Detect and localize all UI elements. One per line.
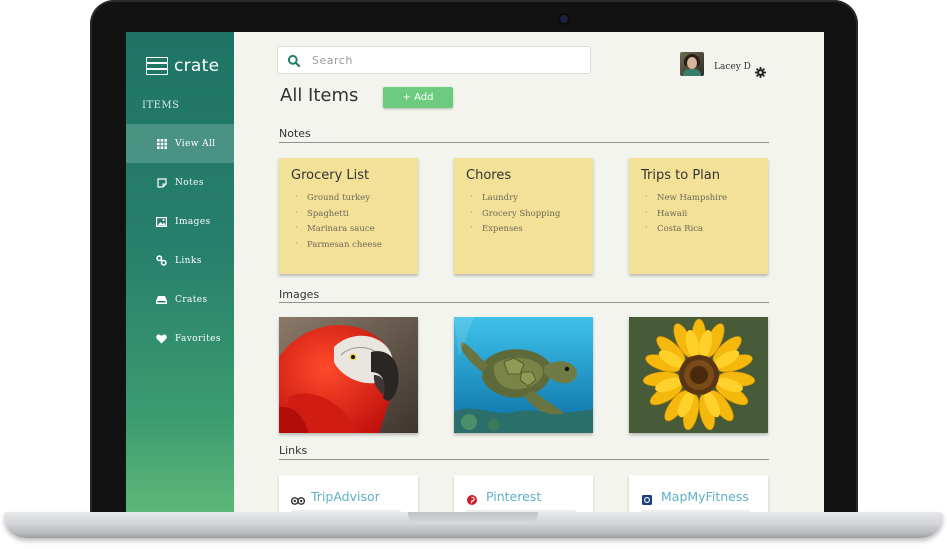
user-name[interactable]: Lacey D <box>714 62 751 72</box>
owl-icon <box>290 491 306 505</box>
avatar[interactable] <box>680 52 704 76</box>
list-item: Laundry <box>470 190 581 207</box>
grid-icon <box>156 138 167 149</box>
sidebar: crate ITEMS View All Notes Images Links … <box>126 32 234 512</box>
images-divider <box>279 302 769 303</box>
list-item: Costa Rica <box>645 221 756 238</box>
image-card-parrot[interactable] <box>279 317 418 433</box>
link-icon <box>156 255 167 266</box>
link-description <box>641 510 751 512</box>
note-card[interactable]: Grocery List Ground turkey Spaghetti Mar… <box>279 158 418 274</box>
list-item: Hawaii <box>645 206 756 223</box>
app-screen: crate ITEMS View All Notes Images Links … <box>126 32 824 512</box>
sidebar-item-view-all[interactable]: View All <box>126 124 234 163</box>
gear-icon[interactable] <box>755 63 766 78</box>
link-title[interactable]: TripAdvisor <box>311 489 380 504</box>
sidebar-item-label: Images <box>175 216 211 227</box>
note-list: Laundry Grocery Shopping Expenses <box>466 190 581 238</box>
sidebar-item-label: Notes <box>175 177 204 188</box>
sidebar-item-notes[interactable]: Notes <box>126 163 234 202</box>
image-icon <box>156 216 167 227</box>
list-item: Spaghetti <box>295 206 406 223</box>
link-card-mapmyfitness[interactable]: MapMyFitness <box>629 475 768 512</box>
notes-section-title: Notes <box>279 127 311 140</box>
page-title: All Items <box>280 85 359 106</box>
app-logo[interactable]: crate <box>146 56 219 76</box>
link-card-pinterest[interactable]: Pinterest <box>454 475 593 512</box>
list-item: Ground turkey <box>295 190 406 207</box>
link-description <box>466 510 576 512</box>
search-bar[interactable] <box>277 46 591 74</box>
app-name: crate <box>174 56 220 76</box>
heart-icon <box>156 333 167 344</box>
images-section-title: Images <box>279 288 320 301</box>
links-section-title: Links <box>279 444 308 457</box>
link-title[interactable]: MapMyFitness <box>661 489 749 504</box>
laptop-notch <box>408 512 538 524</box>
note-title: Trips to Plan <box>641 168 720 183</box>
camera-dot <box>560 15 568 23</box>
sidebar-item-label: View All <box>175 138 216 149</box>
add-button[interactable]: + Add <box>383 87 453 108</box>
mapmyfitness-icon <box>641 491 655 505</box>
sea-turtle-image <box>454 317 593 433</box>
sunflower-image <box>629 317 768 433</box>
note-card[interactable]: Chores Laundry Grocery Shopping Expenses <box>454 158 593 274</box>
link-card-tripadvisor[interactable]: TripAdvisor <box>279 475 418 512</box>
link-description <box>291 510 401 512</box>
note-title: Grocery List <box>291 168 370 183</box>
list-item: Parmesan cheese <box>295 237 406 254</box>
list-item: Marinara sauce <box>295 221 406 238</box>
note-icon <box>156 177 167 188</box>
parrot-image <box>279 317 418 433</box>
image-card-sunflower[interactable] <box>629 317 768 433</box>
note-card[interactable]: Trips to Plan New Hampshire Hawaii Costa… <box>629 158 768 274</box>
link-title[interactable]: Pinterest <box>486 489 541 504</box>
crate-logo-icon <box>146 57 168 75</box>
note-list: New Hampshire Hawaii Costa Rica <box>641 190 756 238</box>
sidebar-item-label: Links <box>175 255 202 266</box>
search-input[interactable] <box>310 52 574 68</box>
list-item: New Hampshire <box>645 190 756 207</box>
links-divider <box>279 459 769 460</box>
sidebar-item-images[interactable]: Images <box>126 202 234 241</box>
search-icon <box>287 53 301 68</box>
pinterest-icon <box>466 491 480 505</box>
inbox-icon <box>156 294 167 305</box>
sidebar-item-favorites[interactable]: Favorites <box>126 319 234 358</box>
note-list: Ground turkey Spaghetti Marinara sauce P… <box>291 190 406 254</box>
sidebar-item-label: Crates <box>175 294 208 305</box>
note-title: Chores <box>466 168 512 183</box>
image-card-sea-turtle[interactable] <box>454 317 593 433</box>
sidebar-item-label: Favorites <box>175 333 221 344</box>
sidebar-item-links[interactable]: Links <box>126 241 234 280</box>
list-item: Grocery Shopping <box>470 206 581 223</box>
notes-divider <box>279 142 769 143</box>
sidebar-section-label: ITEMS <box>142 100 180 111</box>
sidebar-item-crates[interactable]: Crates <box>126 280 234 319</box>
list-item: Expenses <box>470 221 581 238</box>
sidebar-nav: View All Notes Images Links Crates Favor… <box>126 124 234 358</box>
